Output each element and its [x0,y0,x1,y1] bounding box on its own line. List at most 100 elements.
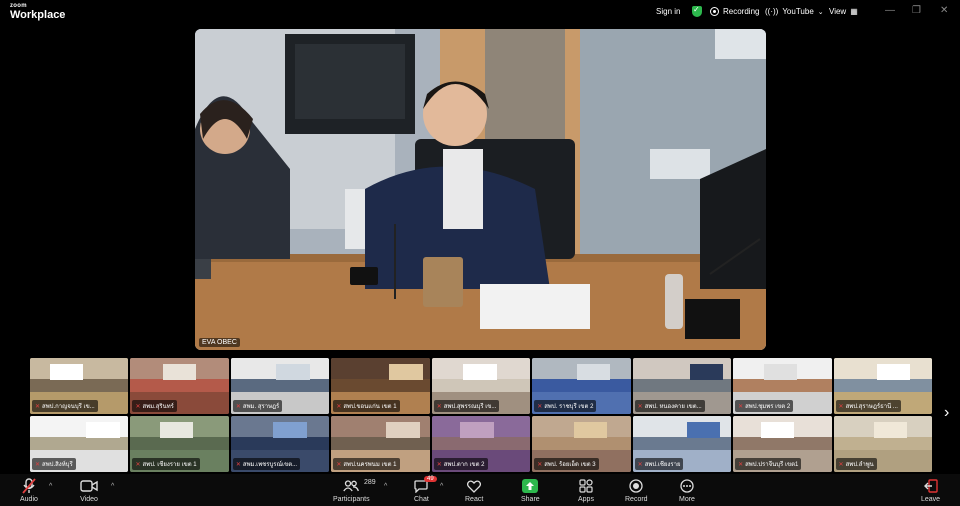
participant-tile[interactable]: ✕ สพป.สิงห์บุรี [30,416,129,472]
participant-tile[interactable]: ✕ สพป.ชุมพร เขต 2 [733,358,832,414]
participants-label: Participants [333,496,370,503]
mic-muted-icon [22,478,36,494]
participant-tile[interactable]: ✕ สพป.เชียงราย [632,416,732,472]
participant-name-label: ✕ สพป.นครพนม เขต 1 [333,458,400,470]
participant-name-label: ✕ สพป.ตาก เขต 2 [433,458,488,470]
livestream-icon: ((·)) [765,7,779,16]
video-label: Video [80,496,98,503]
mic-muted-icon: ✕ [436,404,442,410]
participant-name-label: ✕ สพป.สิงห์บุรี [32,458,76,470]
camera-icon [80,478,98,494]
apps-label: Apps [578,496,594,503]
participant-name-label: ✕ สพป.ขอนแก่น เขต 1 [333,400,400,412]
leave-label: Leave [921,496,941,503]
participant-name: สพป. เชียงราย เขต 1 [142,462,197,468]
participant-name-label: ✕ สพป.สุราษฎร์ธานี ... [835,400,901,412]
mic-muted-icon: ✕ [637,404,643,410]
participant-name-label: ✕ สพป.กาญจนบุรี เข... [32,400,98,412]
participant-name-label: ✕ สพป. ราชบุรี เขต 2 [534,400,597,412]
participant-name-label: ✕ สพม.สุรินทร์ [132,400,177,412]
youtube-livestream-button[interactable]: ((·)) YouTube ⌄ [765,7,824,16]
mic-muted-icon: ✕ [738,404,744,410]
share-button[interactable]: Share [521,478,540,503]
signin-label: Sign in [656,7,681,16]
mic-muted-icon: ✕ [235,462,241,468]
participant-name: สพป.ลำพูน [845,462,874,468]
participant-tile[interactable]: ✕ สพป.กาญจนบุรี เข... [30,358,129,414]
participant-tile[interactable]: ✕ สพป. ร้อยเอ็ด เขต 3 [532,416,631,472]
react-label: React [465,496,484,503]
participant-name: สพป.ตาก เขต 2 [443,462,485,468]
react-button[interactable]: React [465,478,483,503]
gallery-next-arrow-icon[interactable]: › [944,404,949,422]
recording-label: Recording [723,7,760,16]
audio-button[interactable]: Audio [20,478,38,503]
heart-icon [467,478,482,494]
record-icon [629,478,643,494]
participant-name-label: ✕ สพป.สุพรรณบุรี เข... [433,400,500,412]
mic-muted-icon: ✕ [336,404,342,410]
mic-muted-icon: ✕ [35,462,41,468]
participant-tile[interactable]: ✕ สพม. สุราษฎร์ [230,358,330,414]
participant-name: สพป.เชียงราย [644,462,681,468]
participant-name: สพป.กาญจนบุรี เข... [42,404,95,410]
participant-tile[interactable]: ✕ สพม.เพชรบูรณ์เขต... [230,416,330,472]
mic-muted-icon: ✕ [135,462,141,468]
participant-tile[interactable]: ✕ สพม.สุรินทร์ [130,358,229,414]
more-button[interactable]: More [679,478,695,503]
participant-name: สพป.สิงห์บุรี [42,462,73,468]
participant-name-label: ✕ สพป. เชียงราย เขต 1 [132,458,200,470]
leave-button[interactable]: Leave [921,478,940,503]
participant-tile[interactable]: ✕ สพป.นครพนม เขต 1 [331,416,430,472]
record-button[interactable]: Record [625,478,648,503]
chat-options-chevron-icon[interactable]: ^ [440,483,443,490]
participant-tile[interactable]: ✕ สพป.ขอนแก่น เขต 1 [331,358,430,414]
participant-tile[interactable]: ✕ สพป.สุราษฎร์ธานี ... [833,358,932,414]
participant-name: สพป. หนองคาย เขต... [644,404,702,410]
participant-name: สพป. ร้อยเอ็ด เขต 3 [544,462,596,468]
share-label: Share [521,496,540,503]
chat-unread-badge: 49 [424,476,437,482]
video-options-chevron-icon[interactable]: ^ [111,483,114,490]
video-button[interactable]: Video [80,478,98,503]
speaker-name-label: EVA OBEC [199,338,240,347]
participant-name-label: ✕ สพป. ร้อยเอ็ด เขต 3 [534,458,599,470]
participant-name: สพป. ราชบุรี เขต 2 [544,404,594,410]
participant-name: สพป.นครพนม เขต 1 [343,462,397,468]
mic-muted-icon: ✕ [537,462,543,468]
participant-tile[interactable]: ✕ สพป.ปราจีนบุรี เขต1 [733,416,832,472]
participant-name: สพม. สุราษฎร์ [242,404,280,410]
participant-tile[interactable]: ✕ สพป. ราชบุรี เขต 2 [532,358,631,414]
participant-tile[interactable]: ✕ สพป. เชียงราย เขต 1 [130,416,229,472]
mic-muted-icon: ✕ [738,462,744,468]
apps-button[interactable]: Apps [578,478,594,503]
mic-muted-icon: ✕ [35,404,41,410]
participant-name: สพป.สุพรรณบุรี เข... [443,404,497,410]
participant-tile[interactable]: ✕ สพป. หนองคาย เขต... [632,358,732,414]
participant-tile[interactable]: ✕ สพป.ตาก เขต 2 [431,416,531,472]
minimize-icon[interactable]: — [885,5,895,16]
participants-options-chevron-icon[interactable]: ^ [384,483,387,490]
participant-tile[interactable]: ✕ สพป.ลำพูน [833,416,932,472]
participant-name-label: ✕ สพม. สุราษฎร์ [232,400,283,412]
participants-count: 289 [364,479,376,486]
participant-gallery: ✕ สพป.กาญจนบุรี เข... ✕ สพม.สุรินทร์ ✕ สพม. ส… [30,358,932,472]
participant-tile[interactable]: ✕ สพป.สุพรรณบุรี เข... [431,358,531,414]
top-bar: zoom Workplace Sign in Recording ((·)) Y… [0,0,960,26]
maximize-icon[interactable]: ❐ [912,5,921,16]
participant-name-label: ✕ สพป.ชุมพร เขต 2 [735,400,794,412]
record-label: Record [625,496,648,503]
chat-label: Chat [414,496,429,503]
more-dots-icon [680,478,694,494]
encryption-shield-icon[interactable] [692,5,702,17]
recording-icon [710,7,719,16]
signin-link[interactable]: Sign in [656,7,680,16]
main-speaker-video[interactable]: EVA OBEC [195,29,766,350]
participant-name: สพม.สุรินทร์ [142,404,174,410]
view-button[interactable]: View ▦ [829,7,858,16]
close-icon[interactable]: ✕ [940,5,948,16]
recording-indicator[interactable]: Recording [710,7,759,16]
audio-options-chevron-icon[interactable]: ^ [49,483,52,490]
participant-name: สพป.ปราจีนบุรี เขต1 [745,462,799,468]
participant-name: สพป.ขอนแก่น เขต 1 [343,404,397,410]
